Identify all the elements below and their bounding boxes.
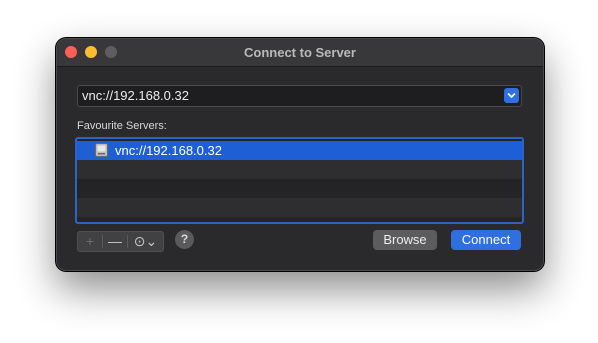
remove-favourite-button[interactable]: —	[103, 232, 127, 251]
server-icon	[95, 143, 108, 157]
server-item-label: vnc://192.168.0.32	[115, 143, 222, 158]
favourites-segmented-control: + — ⊙⌄	[77, 231, 164, 252]
connect-button[interactable]: Connect	[451, 230, 521, 250]
help-button[interactable]: ?	[175, 230, 194, 249]
chevron-down-icon	[507, 92, 516, 99]
window-title: Connect to Server	[244, 45, 356, 60]
list-item[interactable]: vnc://192.168.0.32	[77, 141, 522, 160]
recent-servers-dropdown-button[interactable]	[504, 88, 519, 103]
empty-list-row	[77, 160, 522, 179]
title-bar: Connect to Server	[57, 39, 543, 67]
empty-list-row	[77, 198, 522, 217]
add-favourite-button[interactable]: +	[78, 232, 102, 251]
action-menu-button[interactable]: ⊙⌄	[128, 232, 163, 251]
favourite-servers-label: Favourite Servers:	[77, 120, 167, 132]
connect-to-server-window: Connect to Server vnc://192.168.0.32 Fav…	[56, 38, 544, 271]
browse-button[interactable]: Browse	[373, 230, 437, 250]
empty-list-row	[77, 179, 522, 198]
favourite-servers-list[interactable]: vnc://192.168.0.32	[75, 137, 524, 224]
server-address-input[interactable]: vnc://192.168.0.32	[82, 88, 189, 103]
server-address-combobox[interactable]: vnc://192.168.0.32	[77, 85, 522, 107]
